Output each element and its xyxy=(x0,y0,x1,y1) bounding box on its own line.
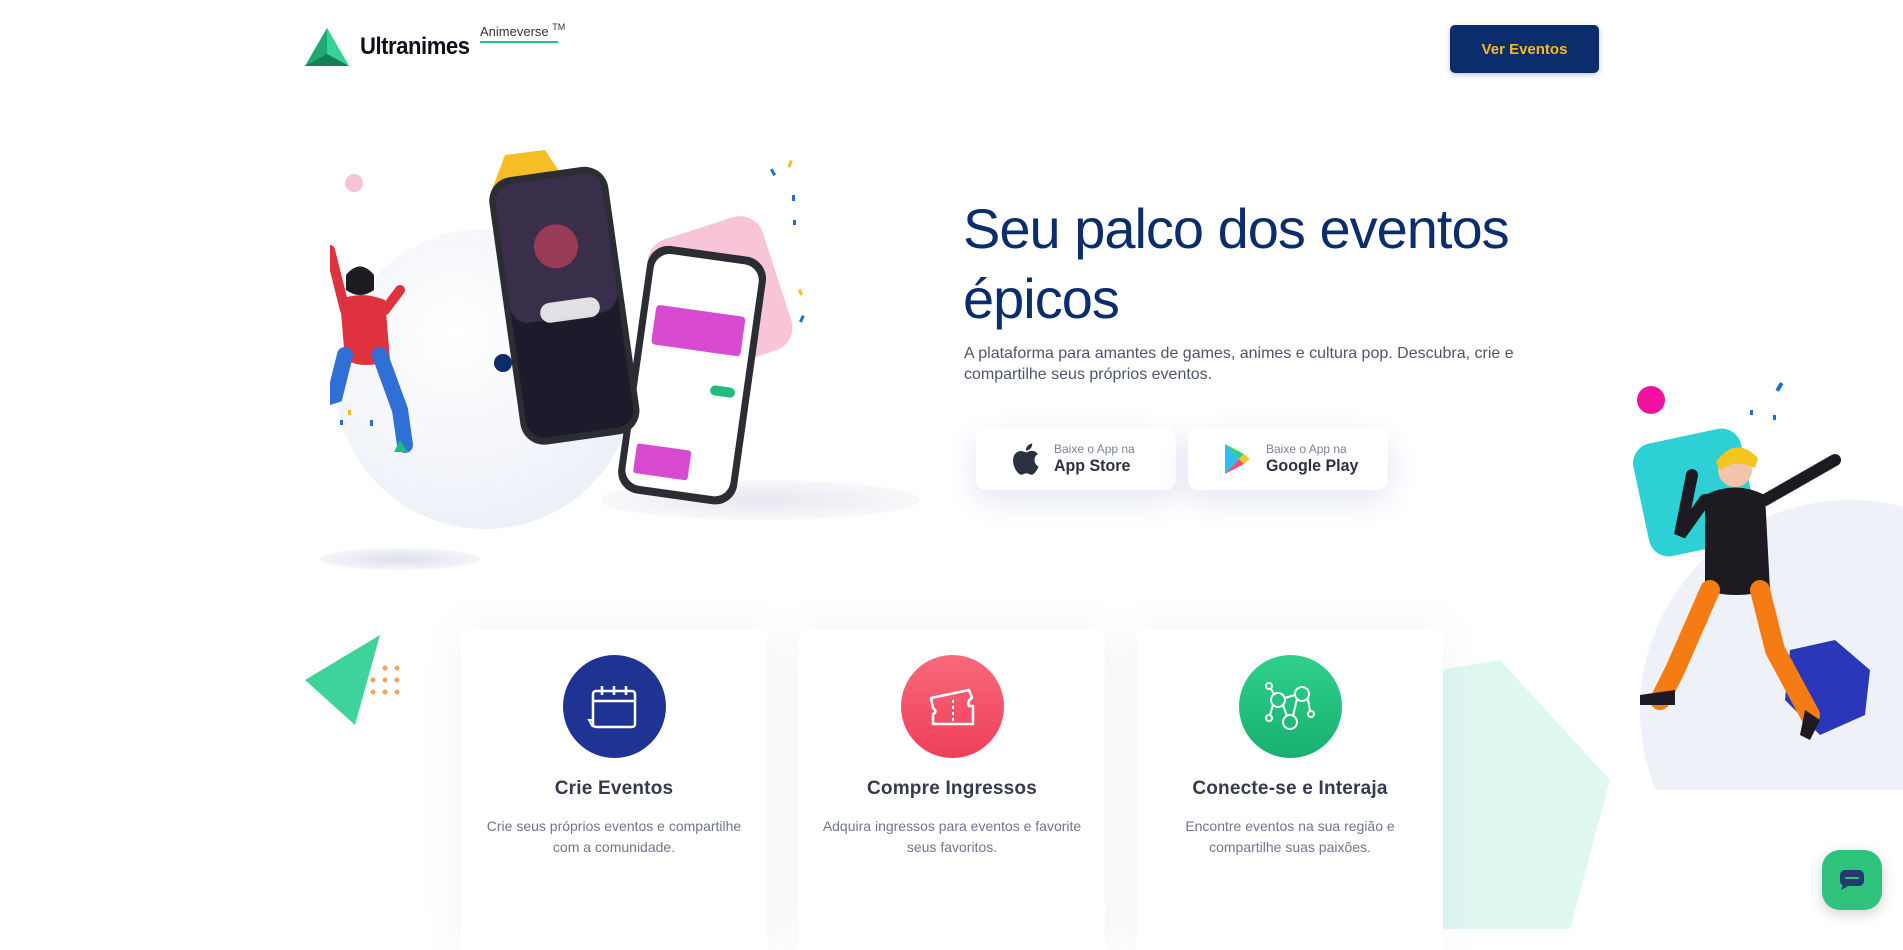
google-play-button[interactable]: Baixe o App na Google Play xyxy=(1188,428,1388,490)
feature-title: Compre Ingressos xyxy=(866,778,1038,799)
decor-mint-shape xyxy=(1440,660,1610,929)
calendar-icon xyxy=(587,685,637,728)
app-store-big-label: App Store xyxy=(1054,456,1131,475)
feature-badge xyxy=(900,655,1004,758)
chat-widget-button[interactable] xyxy=(1822,850,1882,910)
sub-brand-link[interactable]: Animeverse TM xyxy=(480,22,566,39)
right-illustration xyxy=(1633,382,1903,790)
feature-text: Crie seus próprios eventos e compartilhe… xyxy=(486,818,742,855)
hero-title: Seu palco dos eventos épicos xyxy=(963,197,1510,330)
feature-title: Crie Eventos xyxy=(554,778,674,799)
trademark-mark: TM xyxy=(552,22,566,32)
confetti-dot-pink xyxy=(345,174,363,192)
phone-main xyxy=(489,166,640,445)
confetti-dot-navy xyxy=(494,354,512,372)
feature-card-buy-tickets: Compre Ingressos Adquira ingressos para … xyxy=(799,630,1105,950)
feature-card-connect: Conecte-se e Interaja Encontre eventos n… xyxy=(1137,630,1443,950)
hero-art-shadow xyxy=(320,548,480,570)
feature-card-create-events: Crie Eventos Crie seus próprios eventos … xyxy=(461,630,767,950)
sub-brand-label: Animeverse xyxy=(480,24,549,39)
network-icon xyxy=(1265,681,1315,730)
app-store-small-label: Baixe o App na xyxy=(1054,442,1135,456)
feature-title: Conecte-se e Interaja xyxy=(1192,778,1388,799)
phone-secondary xyxy=(618,245,767,505)
google-play-icon xyxy=(1225,444,1250,474)
google-play-big-label: Google Play xyxy=(1266,456,1359,475)
google-play-small-label: Baixe o App na xyxy=(1266,442,1347,456)
ticket-icon xyxy=(929,688,975,725)
feature-badge xyxy=(1238,655,1342,758)
feature-badge xyxy=(562,655,666,758)
feature-text: Adquira ingressos para eventos e favorit… xyxy=(822,818,1082,855)
hero-illustration xyxy=(330,150,805,505)
apple-icon xyxy=(1013,443,1039,475)
brand-name: Ultranimes xyxy=(360,33,470,60)
app-store-button[interactable]: Baixe o App na App Store xyxy=(976,428,1176,490)
decor-triangle xyxy=(305,635,400,725)
brand-logo[interactable]: Ultranimes xyxy=(304,26,479,68)
chat-bubble-icon xyxy=(1840,870,1864,890)
confetti-dot-magenta xyxy=(1637,386,1665,414)
view-events-button[interactable]: Ver Eventos xyxy=(1450,25,1599,73)
sub-brand-underline xyxy=(480,41,558,43)
hero-description: A plataforma para amantes de games, anim… xyxy=(964,345,1514,383)
logo-triangle-icon xyxy=(305,28,349,66)
feature-text: Encontre eventos na sua região e compart… xyxy=(1185,818,1395,855)
